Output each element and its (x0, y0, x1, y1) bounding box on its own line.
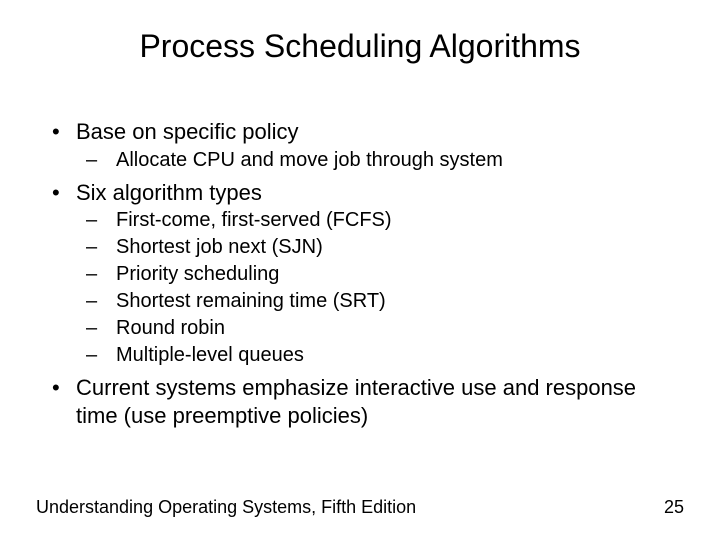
bullet-text: Shortest remaining time (SRT) (116, 290, 386, 312)
slide-body: Base on specific policy Allocate CPU and… (52, 118, 672, 431)
bullet-level1: Six algorithm types (52, 179, 672, 207)
bullet-text: Priority scheduling (116, 263, 279, 285)
bullet-level2: Shortest job next (SJN) (86, 235, 672, 260)
footer-source: Understanding Operating Systems, Fifth E… (36, 497, 416, 518)
bullet-text: Multiple-level queues (116, 344, 304, 366)
bullet-text: Six algorithm types (76, 180, 262, 205)
bullet-level2: First-come, first-served (FCFS) (86, 208, 672, 233)
bullet-level2: Round robin (86, 316, 672, 341)
bullet-level1: Base on specific policy (52, 118, 672, 146)
bullet-level2: Multiple-level queues (86, 343, 672, 368)
bullet-text: Shortest job next (SJN) (116, 236, 323, 258)
bullet-text: Base on specific policy (76, 119, 299, 144)
bullet-level2: Priority scheduling (86, 262, 672, 287)
bullet-text: Allocate CPU and move job through system (116, 149, 503, 171)
bullet-text: First-come, first-served (FCFS) (116, 209, 392, 231)
bullet-level2: Shortest remaining time (SRT) (86, 289, 672, 314)
slide-title: Process Scheduling Algorithms (0, 28, 720, 65)
bullet-level1: Current systems emphasize interactive us… (52, 374, 672, 429)
slide: Process Scheduling Algorithms Base on sp… (0, 0, 720, 540)
bullet-text: Current systems emphasize interactive us… (76, 375, 636, 428)
bullet-level2: Allocate CPU and move job through system (86, 148, 672, 173)
page-number: 25 (664, 497, 684, 518)
bullet-text: Round robin (116, 317, 225, 339)
